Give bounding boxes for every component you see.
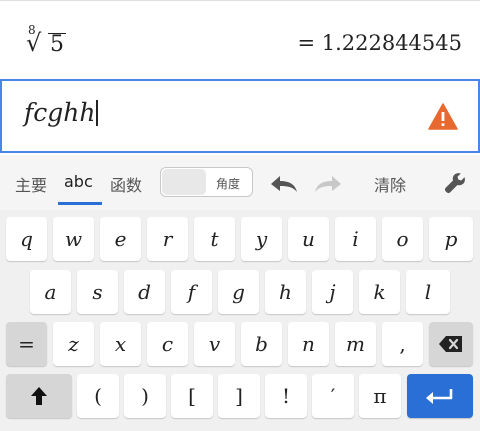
- key-c[interactable]: c: [147, 322, 188, 366]
- key-u[interactable]: u: [288, 217, 329, 261]
- toggle-knob: [162, 169, 206, 195]
- key-o[interactable]: o: [382, 217, 423, 261]
- key-t[interactable]: t: [194, 217, 235, 261]
- key-d[interactable]: d: [124, 270, 165, 314]
- key-z[interactable]: z: [53, 322, 94, 366]
- key-prime[interactable]: ′: [312, 374, 354, 418]
- key-n[interactable]: n: [288, 322, 329, 366]
- key-w[interactable]: w: [53, 217, 94, 261]
- key-g[interactable]: g: [218, 270, 259, 314]
- backspace-icon: [439, 336, 462, 352]
- shift-icon: [31, 387, 47, 405]
- clear-button[interactable]: 清除: [374, 172, 406, 196]
- result-row: 8 √ 5 = 1.222844545: [0, 0, 480, 78]
- key-i[interactable]: i: [335, 217, 376, 261]
- enter-key[interactable]: [407, 374, 473, 418]
- active-tab-indicator: [58, 202, 102, 205]
- key-j[interactable]: j: [312, 270, 353, 314]
- input-text: fcghh: [24, 98, 96, 127]
- key-y[interactable]: y: [241, 217, 282, 261]
- key-s[interactable]: s: [77, 270, 118, 314]
- key-a[interactable]: a: [30, 270, 71, 314]
- wrench-icon[interactable]: [443, 171, 467, 195]
- key-f[interactable]: f: [171, 270, 212, 314]
- key-e[interactable]: e: [100, 217, 141, 261]
- backspace-key[interactable]: [429, 322, 473, 366]
- tab-main[interactable]: 主要: [15, 172, 47, 196]
- key-l[interactable]: l: [406, 270, 450, 314]
- key-close-paren[interactable]: ): [124, 374, 166, 418]
- key-equals[interactable]: =: [6, 322, 47, 366]
- tab-abc[interactable]: abc: [64, 172, 93, 191]
- text-caret: [96, 100, 98, 126]
- shift-key[interactable]: [6, 374, 72, 418]
- undo-icon[interactable]: [267, 173, 299, 195]
- key-k[interactable]: k: [359, 270, 400, 314]
- key-x[interactable]: x: [100, 322, 141, 366]
- key-m[interactable]: m: [335, 322, 376, 366]
- enter-icon: [426, 389, 453, 404]
- key-open-bracket[interactable]: [: [171, 374, 213, 418]
- radicand: 5: [48, 32, 66, 57]
- redo-icon[interactable]: [313, 173, 345, 195]
- key-q[interactable]: q: [6, 217, 47, 261]
- key-open-paren[interactable]: (: [77, 374, 119, 418]
- tab-functions[interactable]: 函数: [110, 172, 142, 196]
- key-r[interactable]: r: [147, 217, 188, 261]
- key-p[interactable]: p: [429, 217, 473, 261]
- warning-triangle-icon[interactable]: [428, 103, 458, 130]
- keyboard-toolbar: 主要 abc 函数 角度 清除: [0, 155, 480, 210]
- angle-toggle[interactable]: 角度: [160, 167, 253, 197]
- math-keyboard: q w e r t y u i o p a s d f g h j k l = …: [0, 210, 480, 431]
- radical-sign: √: [26, 29, 42, 57]
- key-exclamation[interactable]: !: [265, 374, 307, 418]
- key-comma[interactable]: ,: [382, 322, 423, 366]
- key-b[interactable]: b: [241, 322, 282, 366]
- result-value: = 1.222844545: [297, 31, 462, 55]
- toggle-label: 角度: [216, 177, 241, 191]
- key-close-bracket[interactable]: ]: [218, 374, 260, 418]
- expression-input[interactable]: fcghh: [0, 79, 480, 153]
- key-v[interactable]: v: [194, 322, 235, 366]
- key-h[interactable]: h: [265, 270, 306, 314]
- key-pi[interactable]: π: [359, 374, 401, 418]
